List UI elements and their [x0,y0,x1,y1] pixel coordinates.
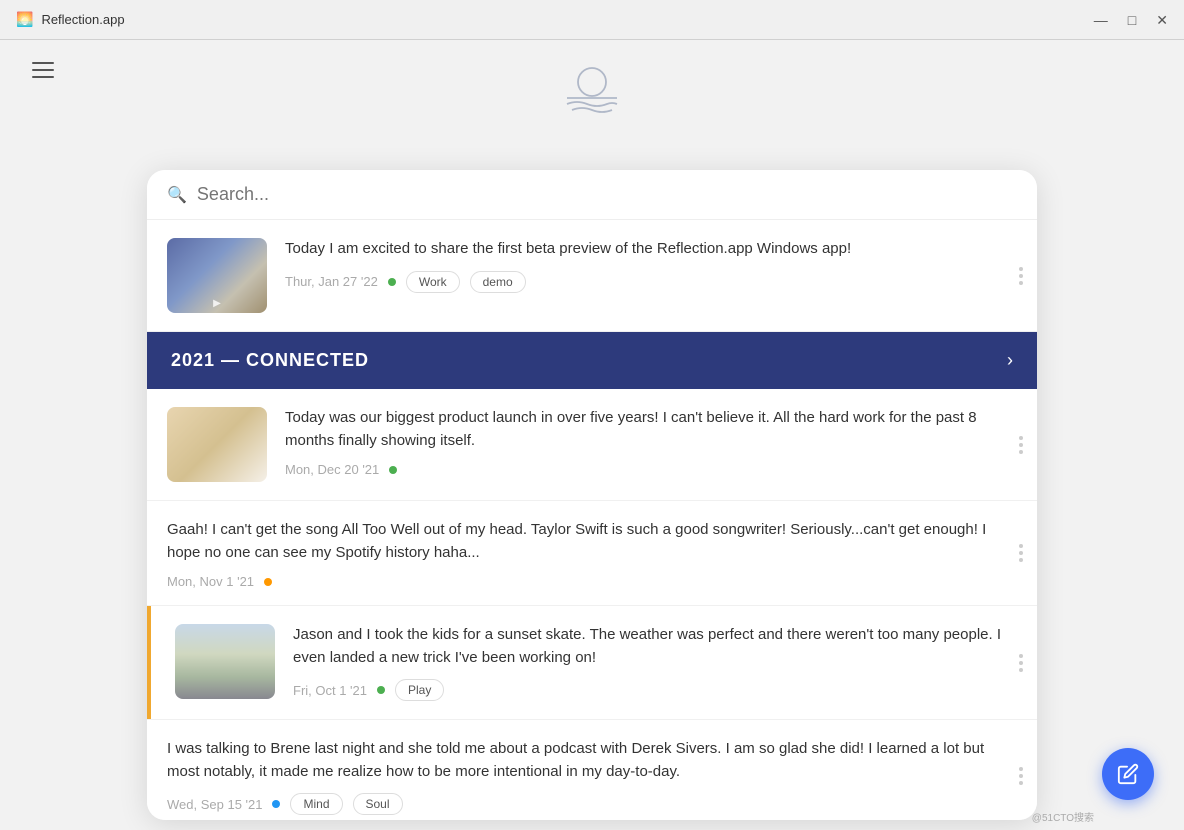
app-title: Reflection.app [41,12,124,27]
hamburger-line-2 [32,69,54,71]
entry-meta: Fri, Oct 1 '21 Play [293,679,1017,701]
watermark: @51CTO搜索 [1032,809,1094,824]
entry-date: Wed, Sep 15 '21 [167,797,262,812]
section-chevron-icon: › [1007,350,1013,371]
entry-meta: Thur, Jan 27 '22 Work demo [285,271,1017,293]
entry-content: Today I am excited to share the first be… [285,238,1017,293]
list-item[interactable]: I was talking to Brene last night and sh… [147,720,1037,820]
entry-text: Today I am excited to share the first be… [285,238,1017,261]
entry-options[interactable] [1019,544,1023,562]
mood-dot [264,578,272,586]
search-bar: 🔍 [147,170,1037,220]
entry-meta: Wed, Sep 15 '21 Mind Soul [167,793,1017,815]
titlebar-left: 🌅 Reflection.app [16,11,125,28]
list-item[interactable]: Gaah! I can't get the song All Too Well … [147,501,1037,606]
mood-dot [377,686,385,694]
entry-thumbnail [167,238,267,313]
tag-demo[interactable]: demo [470,271,526,293]
main-card: 🔍 Today I am excited to share the first … [147,170,1037,820]
entry-content: Jason and I took the kids for a sunset s… [293,624,1017,701]
entry-date: Fri, Oct 1 '21 [293,683,367,698]
list-item[interactable]: Today was our biggest product launch in … [147,389,1037,501]
mood-dot [389,466,397,474]
entry-options[interactable] [1019,436,1023,454]
journal-list: Today I am excited to share the first be… [147,220,1037,820]
hamburger-line-3 [32,76,54,78]
titlebar-controls: — □ ✕ [1094,13,1168,27]
entry-meta: Mon, Nov 1 '21 [167,574,1017,589]
list-item[interactable]: Today I am excited to share the first be… [147,220,1037,332]
maximize-button[interactable]: □ [1128,13,1136,27]
entry-options[interactable] [1019,767,1023,785]
entry-thumbnail [167,407,267,482]
hamburger-line-1 [32,62,54,64]
titlebar: 🌅 Reflection.app — □ ✕ [0,0,1184,40]
close-button[interactable]: ✕ [1156,13,1168,27]
section-header[interactable]: 2021 — CONNECTED › [147,332,1037,389]
entry-date: Mon, Nov 1 '21 [167,574,254,589]
app-container: 🔍 Today I am excited to share the first … [0,40,1184,830]
entry-thumbnail [175,624,275,699]
entry-text: Gaah! I can't get the song All Too Well … [167,519,1017,564]
entry-text: Today was our biggest product launch in … [285,407,1017,452]
minimize-button[interactable]: — [1094,13,1108,27]
section-header-title: 2021 — CONNECTED [171,350,369,371]
tag-mind[interactable]: Mind [290,793,342,815]
edit-icon [1117,763,1139,785]
search-input[interactable] [197,184,1017,205]
entry-date: Mon, Dec 20 '21 [285,462,379,477]
entry-text: Jason and I took the kids for a sunset s… [293,624,1017,669]
tag-work[interactable]: Work [406,271,460,293]
app-logo [557,60,627,125]
search-icon: 🔍 [167,185,187,205]
entry-text: I was talking to Brene last night and sh… [167,738,1017,783]
tag-soul[interactable]: Soul [353,793,403,815]
list-item[interactable]: Jason and I took the kids for a sunset s… [147,606,1037,720]
entry-date: Thur, Jan 27 '22 [285,274,378,289]
tag-play[interactable]: Play [395,679,444,701]
write-fab-button[interactable] [1102,748,1154,800]
entry-options[interactable] [1019,654,1023,672]
entry-content: Today was our biggest product launch in … [285,407,1017,477]
entry-meta: Mon, Dec 20 '21 [285,462,1017,477]
mood-dot [272,800,280,808]
hamburger-menu[interactable] [32,62,54,78]
app-icon: 🌅 [16,11,33,28]
entry-options[interactable] [1019,267,1023,285]
mood-dot [388,278,396,286]
